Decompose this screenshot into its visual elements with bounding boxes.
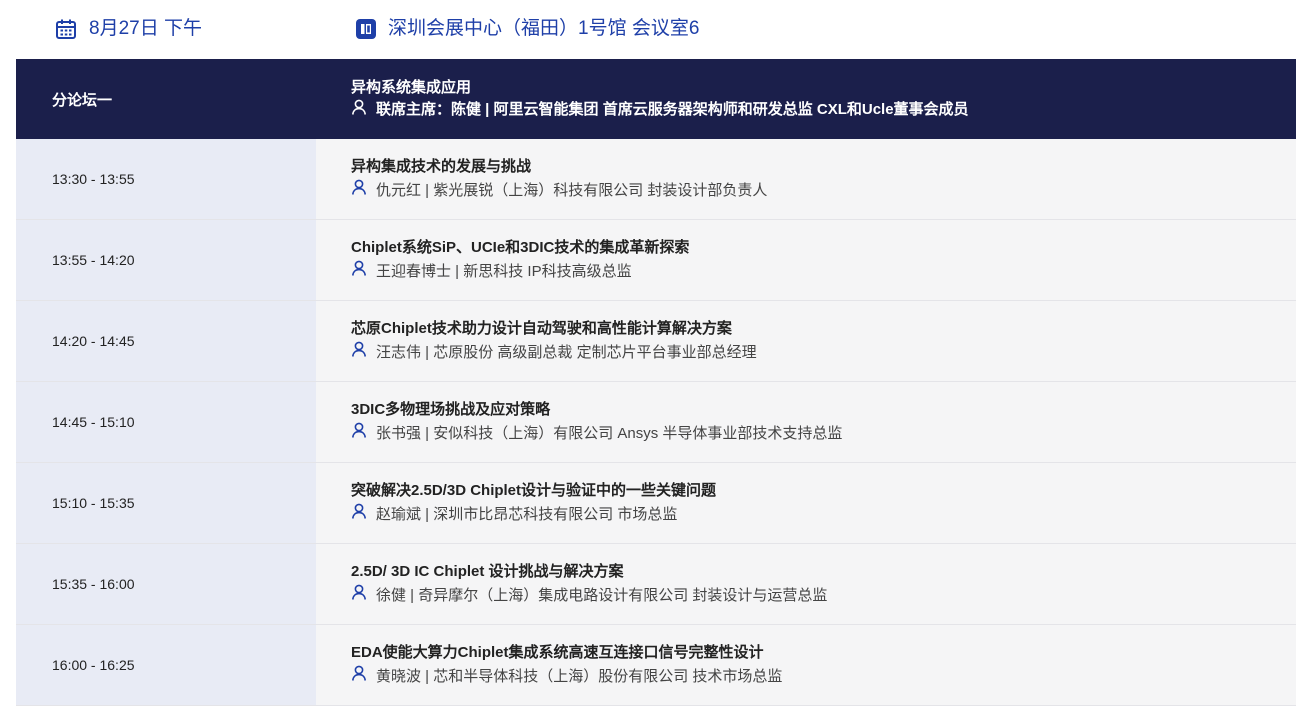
agenda-title: 3DIC多物理场挑战及应对策略 — [351, 401, 551, 418]
agenda-time: 15:35 - 16:00 — [16, 544, 316, 624]
agenda-speaker-text: 赵瑜斌 | 深圳市比昂芯科技有限公司 市场总监 — [376, 506, 678, 523]
agenda-row: 15:10 - 15:35 突破解决2.5D/3D Chiplet设计与验证中的… — [16, 463, 1296, 544]
person-icon — [351, 503, 376, 527]
agenda-time: 13:30 - 13:55 — [16, 139, 316, 219]
session-chair-text: 联席主席：陈健 | 阿里云智能集团 首席云服务器架构师和研发总监 CXL和Ucl… — [376, 101, 969, 118]
person-icon — [351, 341, 376, 365]
agenda-title: 2.5D/ 3D IC Chiplet 设计挑战与解决方案 — [351, 563, 624, 580]
venue-icon — [356, 19, 388, 39]
agenda-row: 13:55 - 14:20 Chiplet系统SiP、UCIe和3DIC技术的集… — [16, 220, 1296, 301]
agenda-time: 15:10 - 15:35 — [16, 463, 316, 543]
session-name: 分论坛一 — [52, 91, 113, 109]
agenda-speaker: 仇元红 | 紫光展锐（上海）科技有限公司 封装设计部负责人 — [351, 179, 1296, 203]
agenda-time: 13:55 - 14:20 — [16, 220, 316, 300]
agenda-speaker-text: 黄晓波 | 芯和半导体科技（上海）股份有限公司 技术市场总监 — [376, 668, 783, 685]
agenda-speaker: 黄晓波 | 芯和半导体科技（上海）股份有限公司 技术市场总监 — [351, 665, 1296, 689]
person-icon — [351, 260, 376, 284]
agenda-speaker: 汪志伟 | 芯原股份 高级副总裁 定制芯片平台事业部总经理 — [351, 341, 1296, 365]
agenda-speaker-text: 张书强 | 安似科技（上海）有限公司 Ansys 半导体事业部技术支持总监 — [376, 425, 843, 442]
agenda-speaker-text: 王迎春博士 | 新思科技 IP科技高级总监 — [376, 263, 632, 280]
agenda-speaker: 王迎春博士 | 新思科技 IP科技高级总监 — [351, 260, 1296, 284]
date-text: 8月27日 下午 — [89, 18, 202, 39]
date-info: 8月27日 下午 — [55, 17, 202, 41]
agenda-time: 14:20 - 14:45 — [16, 301, 316, 381]
agenda-speaker: 赵瑜斌 | 深圳市比昂芯科技有限公司 市场总监 — [351, 503, 1296, 527]
agenda-title: Chiplet系统SiP、UCIe和3DIC技术的集成革新探索 — [351, 239, 690, 256]
person-icon — [351, 422, 376, 446]
venue-info: 深圳会展中心（福田）1号馆 会议室6 — [356, 17, 699, 41]
agenda-row: 15:35 - 16:00 2.5D/ 3D IC Chiplet 设计挑战与解… — [16, 544, 1296, 625]
calendar-icon — [55, 18, 89, 40]
agenda-speaker-text: 仇元红 | 紫光展锐（上海）科技有限公司 封装设计部负责人 — [376, 182, 768, 199]
agenda-speaker: 张书强 | 安似科技（上海）有限公司 Ansys 半导体事业部技术支持总监 — [351, 422, 1296, 446]
agenda-row: 14:45 - 15:10 3DIC多物理场挑战及应对策略 张书强 | 安似科技… — [16, 382, 1296, 463]
agenda-title: EDA使能大算力Chiplet集成系统高速互连接口信号完整性设计 — [351, 644, 764, 661]
person-icon — [351, 584, 376, 608]
session-title: 异构系统集成应用 — [351, 78, 472, 96]
agenda-time: 16:00 - 16:25 — [16, 625, 316, 705]
venue-text: 深圳会展中心（福田）1号馆 会议室6 — [388, 18, 700, 39]
agenda-title: 芯原Chiplet技术助力设计自动驾驶和高性能计算解决方案 — [351, 320, 732, 337]
session-header: 分论坛一 异构系统集成应用 联席主席：陈健 | 阿里云智能集团 首席云服务器架构… — [16, 59, 1296, 139]
person-icon — [351, 665, 376, 689]
person-icon — [351, 179, 376, 203]
agenda-speaker: 徐健 | 奇异摩尔（上海）集成电路设计有限公司 封装设计与运营总监 — [351, 584, 1296, 608]
agenda-speaker-text: 徐健 | 奇异摩尔（上海）集成电路设计有限公司 封装设计与运营总监 — [376, 587, 828, 604]
agenda-row: 16:00 - 16:25 EDA使能大算力Chiplet集成系统高速互连接口信… — [16, 625, 1296, 706]
agenda-title: 突破解决2.5D/3D Chiplet设计与验证中的一些关键问题 — [351, 482, 717, 499]
agenda-time: 14:45 - 15:10 — [16, 382, 316, 462]
person-icon — [351, 99, 376, 122]
agenda-row: 14:20 - 14:45 芯原Chiplet技术助力设计自动驾驶和高性能计算解… — [16, 301, 1296, 382]
agenda-speaker-text: 汪志伟 | 芯原股份 高级副总裁 定制芯片平台事业部总经理 — [376, 344, 757, 361]
agenda-row: 13:30 - 13:55 异构集成技术的发展与挑战 仇元红 | 紫光展锐（上海… — [16, 139, 1296, 220]
session-chair: 联席主席：陈健 | 阿里云智能集团 首席云服务器架构师和研发总监 CXL和Ucl… — [351, 99, 1296, 122]
session-schedule: 分论坛一 异构系统集成应用 联席主席：陈健 | 阿里云智能集团 首席云服务器架构… — [16, 59, 1296, 706]
event-info-bar: 8月27日 下午 深圳会展中心（福田）1号馆 会议室6 — [0, 0, 1308, 59]
agenda-title: 异构集成技术的发展与挑战 — [351, 158, 532, 175]
